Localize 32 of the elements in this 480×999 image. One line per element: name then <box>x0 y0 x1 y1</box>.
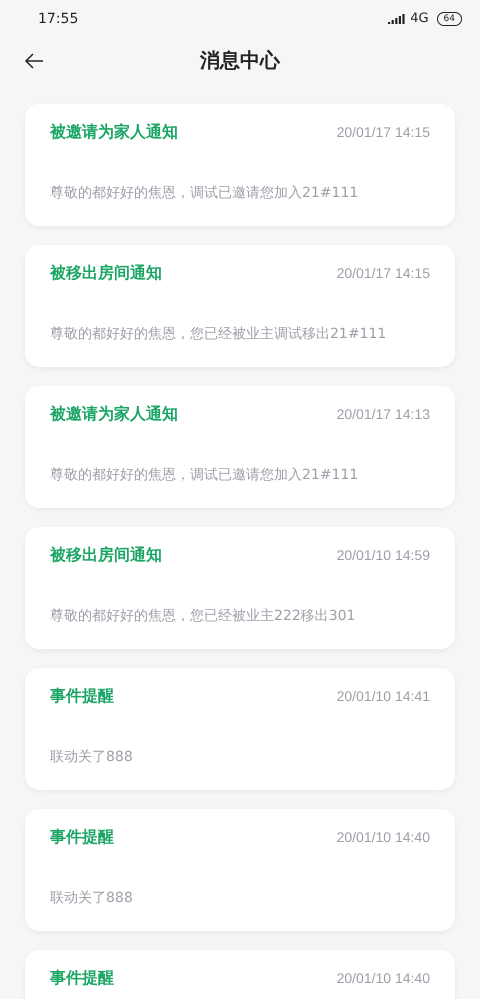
message-card[interactable]: 被邀请为家人通知 20/01/17 14:13 尊敬的都好好的焦恩，调试已邀请您加入21#111 <box>25 386 455 508</box>
message-title: 事件提醒 <box>50 826 114 848</box>
message-time: 20/01/17 14:13 <box>336 404 430 424</box>
message-time: 20/01/10 14:41 <box>336 686 430 706</box>
message-card[interactable]: 事件提醒 20/01/10 14:40 联动关了888 <box>25 809 455 931</box>
signal-icon <box>388 14 406 24</box>
message-card[interactable]: 被移出房间通知 20/01/10 14:59 尊敬的都好好的焦恩，您已经被业主222移出301 <box>25 527 455 649</box>
message-title: 被移出房间通知 <box>50 262 162 284</box>
message-title: 事件提醒 <box>50 685 114 707</box>
message-time: 20/01/10 14:59 <box>336 546 430 564</box>
message-card[interactable]: 事件提醒 20/01/10 14:40 <box>25 950 455 999</box>
message-time: 20/01/17 14:15 <box>336 122 430 142</box>
message-body: 尊敬的都好好的焦恩，您已经被业主222移出301 <box>50 607 356 626</box>
message-title: 被移出房间通知 <box>50 544 162 566</box>
network-label: 4G <box>410 10 429 28</box>
message-title: 被邀请为家人通知 <box>50 121 178 143</box>
message-body: 尊敬的都好好的焦恩，调试已邀请您加入21#111 <box>50 466 360 485</box>
message-time: 20/01/10 14:40 <box>336 968 430 988</box>
message-time: 20/01/10 14:40 <box>336 828 430 846</box>
status-time: 17:55 <box>38 10 78 28</box>
message-card[interactable]: 被移出房间通知 20/01/17 14:15 尊敬的都好好的焦恩，您已经被业主调试移出21#111 <box>25 245 455 367</box>
message-body: 联动关了888 <box>50 748 134 767</box>
message-body: 尊敬的都好好的焦恩，您已经被业主调试移出21#111 <box>50 325 388 344</box>
message-body: 尊敬的都好好的焦恩，调试已邀请您加入21#111 <box>50 184 360 203</box>
message-card[interactable]: 事件提醒 20/01/10 14:41 联动关了888 <box>25 668 455 790</box>
message-time: 20/01/17 14:15 <box>336 264 430 282</box>
battery-icon: 64 <box>436 12 462 26</box>
page-title: 消息中心 <box>200 47 280 74</box>
message-title: 事件提醒 <box>50 967 114 989</box>
message-title: 被邀请为家人通知 <box>50 403 178 425</box>
message-body: 联动关了888 <box>50 889 134 908</box>
message-card[interactable]: 被邀请为家人通知 20/01/17 14:15 尊敬的都好好的焦恩，调试已邀请您加入21#111 <box>25 104 455 226</box>
